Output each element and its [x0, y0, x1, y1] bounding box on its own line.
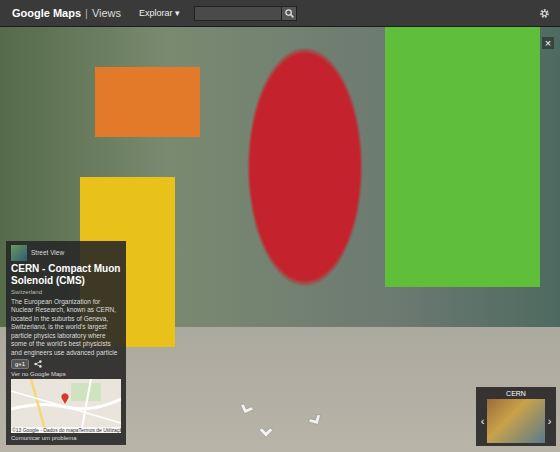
mini-map[interactable]: ©13 Google - Dados do mapaTermos de Util… — [11, 379, 121, 433]
gear-icon[interactable] — [539, 8, 550, 19]
attribution-text[interactable]: Termos de Utilização — [79, 427, 125, 433]
related-thumbnail: CERN‹› — [476, 387, 556, 446]
thumbnail-row: ‹› — [479, 399, 553, 443]
nav-arrow-icon[interactable] — [259, 428, 273, 437]
thumbnail-image[interactable] — [487, 399, 545, 443]
brand-separator: | — [85, 7, 88, 19]
search-box — [194, 6, 297, 21]
street-view-label: Street View — [31, 249, 64, 256]
search-button[interactable] — [282, 6, 297, 21]
street-view-thumbnail-icon — [11, 245, 27, 261]
nav-arrow-icon[interactable] — [307, 413, 324, 428]
search-input[interactable] — [194, 6, 282, 21]
attribution-text[interactable]: ©13 Google - Dados do mapa — [12, 427, 79, 433]
top-bar: Google Maps | Views Explorar ▾ — [0, 0, 560, 27]
place-title: CERN - Compact Muon Solenoid (CMS) — [11, 263, 121, 287]
explore-menu[interactable]: Explorar ▾ — [139, 8, 180, 18]
thumbnail-label: CERN — [479, 389, 553, 399]
place-country: Switzerland — [11, 289, 121, 295]
panel-header: Street View — [11, 245, 121, 261]
search-icon — [285, 9, 294, 18]
info-panel: Street View CERN - Compact Muon Solenoid … — [6, 241, 126, 446]
brand-section: Views — [92, 7, 121, 19]
view-in-maps-link[interactable]: Ver no Google Maps — [11, 371, 121, 377]
street-view[interactable]: × Street View CERN - Compact Muon Solenoid… — [0, 27, 560, 452]
brand[interactable]: Google Maps | Views — [12, 7, 121, 19]
nav-arrow-icon[interactable] — [238, 403, 254, 416]
location-pin-icon — [61, 393, 69, 404]
action-row: g+1 — [11, 359, 121, 369]
brand-name: Google Maps — [12, 7, 81, 19]
plus-one-button[interactable]: g+1 — [11, 359, 29, 369]
report-problem-link[interactable]: Comunicar um problema — [11, 435, 121, 441]
app: Google Maps | Views Explorar ▾ × Street View C… — [0, 0, 560, 452]
share-icon[interactable] — [34, 360, 42, 368]
previous-button[interactable]: ‹ — [479, 415, 486, 427]
map-attribution: ©13 Google - Dados do mapaTermos de Util… — [11, 427, 121, 433]
close-button[interactable]: × — [542, 37, 554, 49]
next-button[interactable]: › — [546, 415, 553, 427]
map-roads — [11, 379, 121, 433]
place-description: The European Organization for Nuclear Re… — [11, 298, 121, 358]
